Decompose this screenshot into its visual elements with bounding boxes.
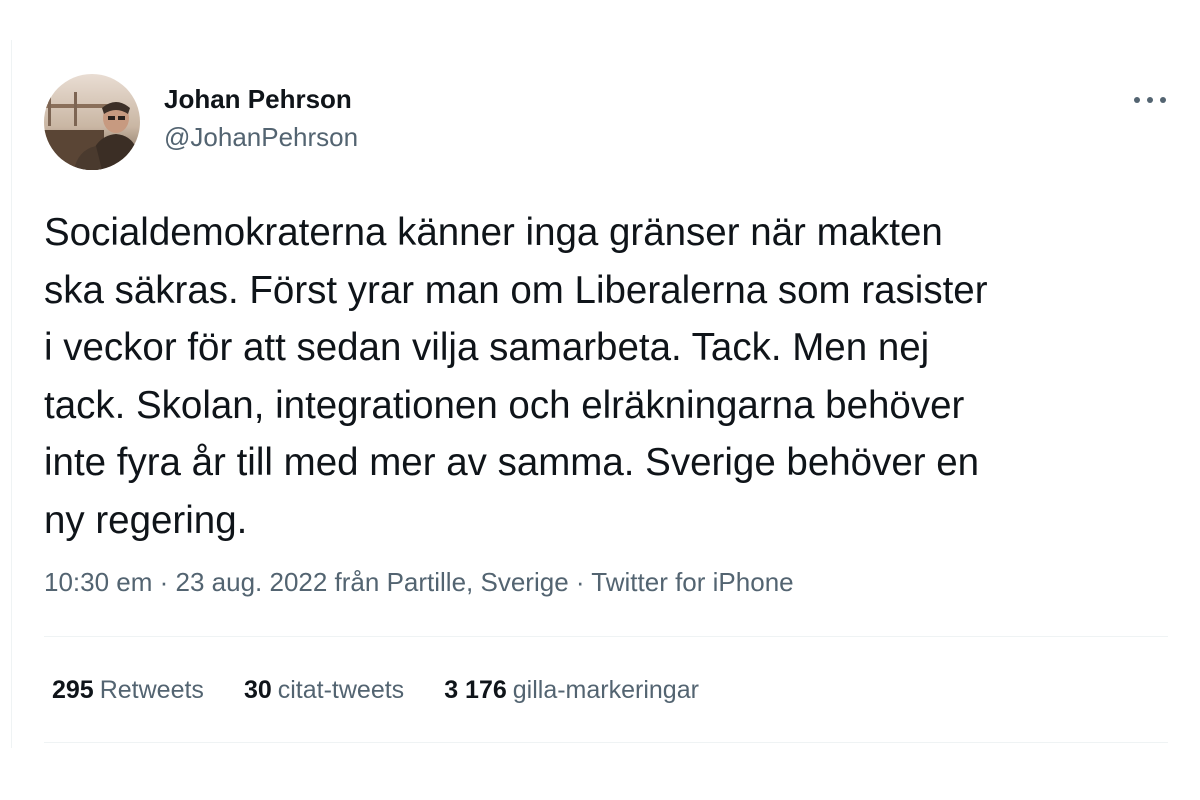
meta-separator: · <box>152 567 176 597</box>
author-names: Johan Pehrson @JohanPehrson <box>164 84 358 152</box>
left-border <box>11 40 12 748</box>
tweet-stats: 295 Retweets 30 citat-tweets 3 176 gilla-ma… <box>52 674 699 706</box>
divider <box>44 742 1168 743</box>
retweets-count: 295 <box>52 676 94 704</box>
likes-count: 3 176 <box>444 676 507 704</box>
likes-label: gilla-markeringar <box>512 676 699 704</box>
tweet-metadata: 10:30 em · 23 aug. 2022 från Partille, S… <box>44 566 794 598</box>
retweets-stat[interactable]: 295 Retweets <box>52 674 204 706</box>
tweet-time[interactable]: 10:30 em <box>44 567 152 597</box>
avatar[interactable] <box>44 74 140 170</box>
tweet-text-line: tack. Skolan, integrationen och elräknin… <box>44 383 965 427</box>
tweet-header: Johan Pehrson @JohanPehrson <box>44 70 1168 170</box>
tweet-text-line: ska säkras. Först yrar man om Liberalern… <box>44 268 988 312</box>
tweet-text-line: ny regering. <box>44 498 248 542</box>
divider <box>44 636 1168 637</box>
tweet-source[interactable]: Twitter for iPhone <box>591 567 793 597</box>
quote-tweets-label: citat-tweets <box>277 676 405 704</box>
tweet-text-line: i veckor för att sedan vilja samarbeta. … <box>44 326 930 369</box>
tweet-date-location[interactable]: 23 aug. 2022 från Partille, Sverige <box>176 567 569 597</box>
tweet-text: Socialdemokraterna känner inga gränser n… <box>44 204 1168 549</box>
tweet-card: Johan Pehrson @JohanPehrson Socialdemokr… <box>44 70 1168 743</box>
quote-tweets-count: 30 <box>243 676 272 704</box>
author-display-name[interactable]: Johan Pehrson <box>164 84 358 114</box>
retweets-label: Retweets <box>99 676 204 704</box>
more-options-icon[interactable] <box>1132 88 1168 112</box>
likes-stat[interactable]: 3 176 gilla-markeringar <box>444 674 699 706</box>
author-handle[interactable]: @JohanPehrson <box>164 122 358 152</box>
tweet-text-line: Socialdemokraterna känner inga gränser n… <box>44 211 943 254</box>
tweet-text-line: inte fyra år till med mer av samma. Sver… <box>44 441 980 484</box>
meta-separator: · <box>568 567 592 597</box>
quote-tweets-stat[interactable]: 30 citat-tweets <box>244 674 404 706</box>
avatar-photo-icon <box>44 74 140 170</box>
tweet-page: Johan Pehrson @JohanPehrson Socialdemokr… <box>0 0 1200 800</box>
